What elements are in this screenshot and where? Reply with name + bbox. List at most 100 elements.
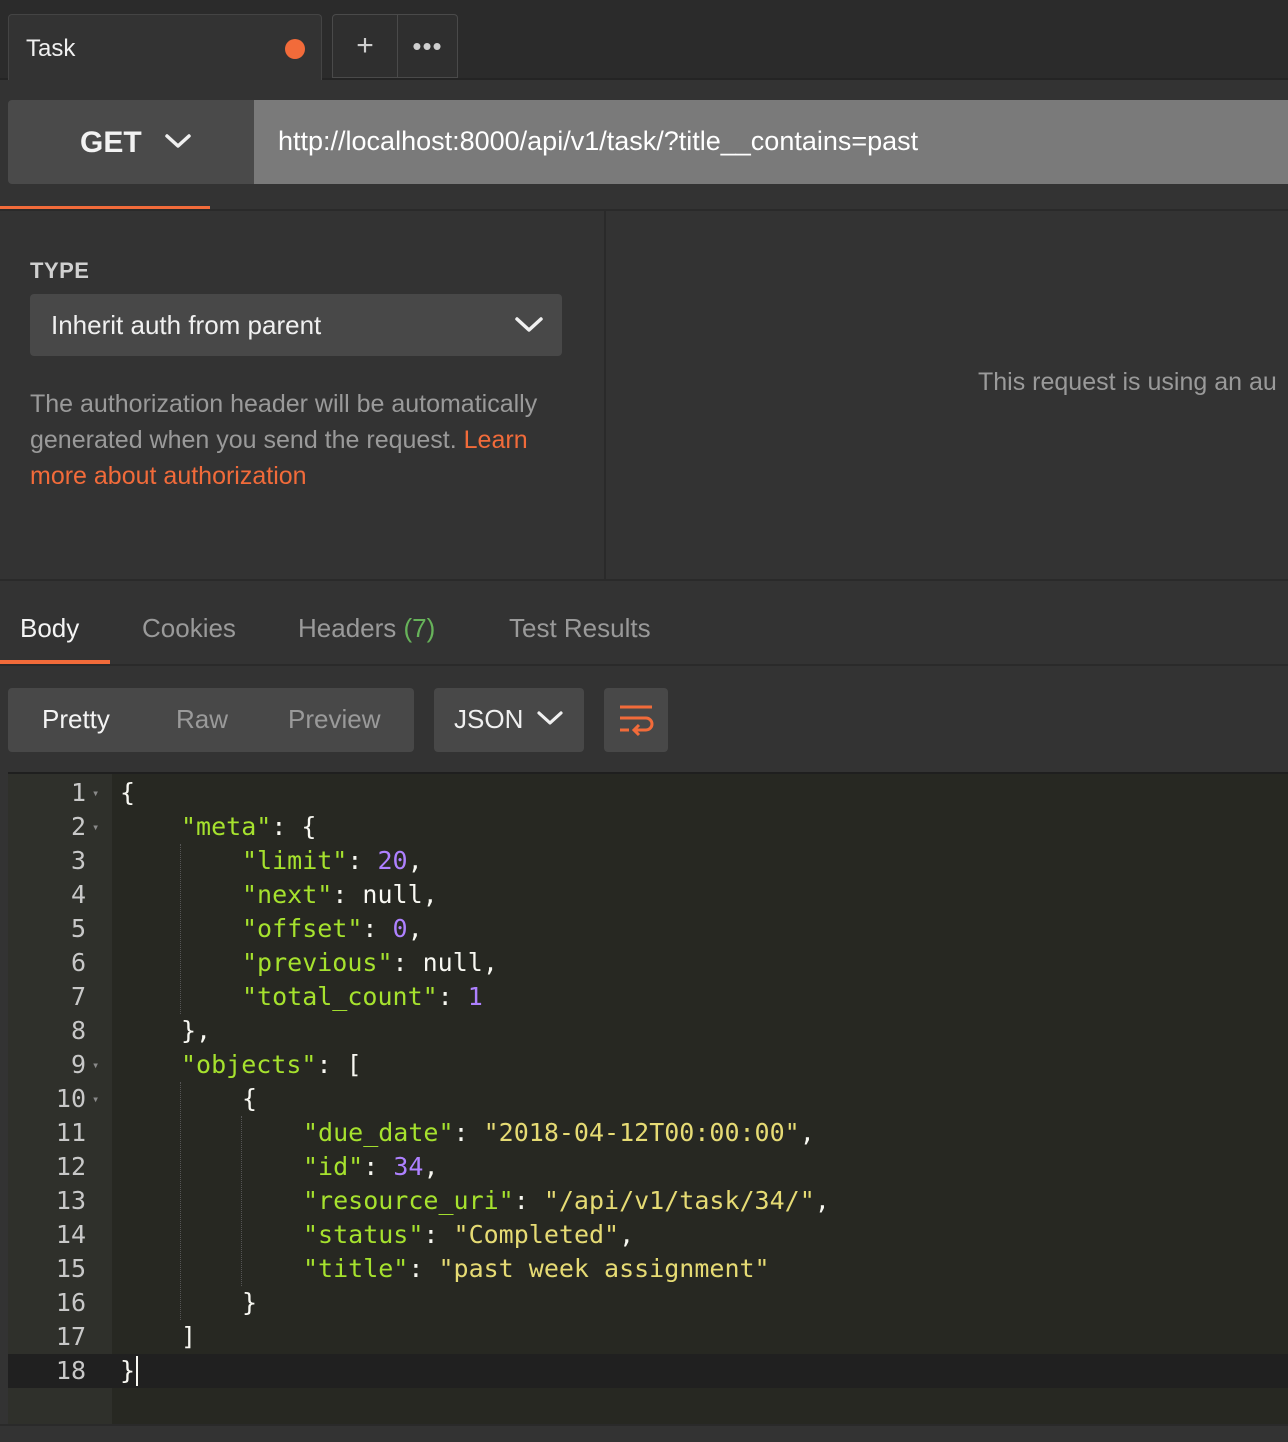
code-line: 5 "offset": 0,: [8, 912, 1288, 946]
more-tabs-button[interactable]: •••: [397, 14, 458, 78]
code-text: "meta": {: [181, 810, 316, 844]
auth-type-select[interactable]: Inherit auth from parent: [30, 294, 562, 356]
code-line: 14 "status": "Completed",: [8, 1218, 1288, 1252]
code-line: 6 "previous": null,: [8, 946, 1288, 980]
code-text: }: [120, 1354, 135, 1388]
code-line: 7 "total_count": 1: [8, 980, 1288, 1014]
fold-toggle-icon[interactable]: ▾: [92, 1082, 99, 1116]
code-token: "resource_uri": [303, 1186, 514, 1215]
indent-guide: [180, 1082, 181, 1320]
code-line: 4 "next": null,: [8, 878, 1288, 912]
auth-description: The authorization header will be automat…: [30, 386, 590, 494]
code-line: 2 ▾ "meta": {: [8, 810, 1288, 844]
auth-description-text: The authorization header will be automat…: [30, 390, 538, 454]
method-select[interactable]: GET: [8, 100, 254, 184]
tab-task[interactable]: Task: [8, 14, 322, 80]
code-token: :: [423, 1220, 454, 1249]
chevron-down-icon: [537, 711, 563, 725]
method-label: GET: [80, 126, 142, 159]
code-token: {: [120, 778, 136, 807]
code-text: "due_date": "2018-04-12T00:00:00",: [303, 1116, 815, 1150]
code-token: :: [513, 1186, 544, 1215]
vertical-divider: [604, 211, 606, 579]
line-number: 16: [55, 1288, 86, 1317]
code-token: "objects": [181, 1050, 317, 1079]
response-tabs: Body Cookies Headers (7) Test Results: [0, 581, 1288, 665]
headers-count-badge: (7): [403, 613, 436, 643]
code-token: "id": [303, 1152, 364, 1181]
code-token: {: [242, 1084, 258, 1113]
code-token: "/api/v1/task/34/": [543, 1186, 815, 1215]
view-mode-segmented-control: Pretty Raw Preview: [8, 688, 414, 752]
code-line: 10 ▾ {: [8, 1082, 1288, 1116]
line-number: 2: [70, 812, 86, 841]
fold-toggle-icon[interactable]: ▾: [92, 810, 99, 844]
code-line: 18}: [8, 1354, 1288, 1388]
line-number: 9: [70, 1050, 86, 1079]
code-line: 1 ▾ {: [8, 776, 1288, 810]
wrap-lines-button[interactable]: [604, 688, 668, 752]
pretty-button[interactable]: Pretty: [42, 704, 110, 735]
code-line: 12 "id": 34,: [8, 1150, 1288, 1184]
tab-cookies[interactable]: Cookies: [142, 613, 236, 644]
tab-headers-label: Headers: [298, 613, 397, 643]
code-token: ,: [814, 1186, 830, 1215]
code-token: 1: [467, 982, 483, 1011]
line-number: 13: [55, 1186, 86, 1215]
response-body-editor[interactable]: 1 ▾{2 ▾ "meta": {3 "limit": 20, 4 "next": null…: [8, 772, 1288, 1424]
code-token: "due_date": [303, 1118, 454, 1147]
divider: [0, 664, 1288, 666]
auth-type-value: Inherit auth from parent: [51, 310, 322, 340]
code-token: "limit": [242, 846, 348, 875]
code-text: ]: [181, 1320, 196, 1354]
code-text: "limit": 20,: [242, 844, 423, 878]
tab-test-results[interactable]: Test Results: [509, 613, 651, 644]
code-token: :: [347, 846, 378, 875]
fold-toggle-icon[interactable]: ▾: [92, 1048, 99, 1082]
fold-toggle-icon[interactable]: ▾: [92, 776, 99, 810]
raw-button[interactable]: Raw: [176, 704, 228, 735]
code-text: "resource_uri": "/api/v1/task/34/",: [303, 1184, 830, 1218]
code-token: ,: [619, 1220, 635, 1249]
code-line: 16}: [8, 1286, 1288, 1320]
code-token: "status": [303, 1220, 424, 1249]
code-token: : null,: [332, 880, 438, 909]
code-token: :: [363, 1152, 394, 1181]
code-token: "next": [242, 880, 333, 909]
code-line: 3 "limit": 20,: [8, 844, 1288, 878]
code-token: 34: [393, 1152, 424, 1181]
code-token: : null,: [392, 948, 498, 977]
code-token: 0: [392, 914, 408, 943]
line-number: 15: [55, 1254, 86, 1283]
indent-guide: [241, 1116, 242, 1286]
preview-button[interactable]: Preview: [288, 704, 380, 735]
code-line: 13 "resource_uri": "/api/v1/task/34/",: [8, 1184, 1288, 1218]
code-token: "offset": [242, 914, 363, 943]
wrap-lines-icon: [620, 705, 654, 737]
line-number: 8: [70, 1016, 86, 1045]
code-line: 11 "due_date": "2018-04-12T00:00:00",: [8, 1116, 1288, 1150]
bottom-bar: [0, 1424, 1288, 1442]
format-select[interactable]: JSON: [434, 688, 584, 752]
code-token: "Completed": [453, 1220, 620, 1249]
line-number: 4: [70, 880, 86, 909]
new-tab-button[interactable]: +: [332, 14, 398, 78]
tab-headers[interactable]: Headers (7): [298, 613, 435, 644]
tab-body[interactable]: Body: [20, 613, 79, 644]
url-text: http://localhost:8000/api/v1/task/?title…: [278, 126, 919, 156]
code-token: ,: [423, 1152, 439, 1181]
code-token: 20: [377, 846, 408, 875]
code-token: "previous": [242, 948, 393, 977]
line-number: 7: [70, 982, 86, 1011]
line-number: 5: [70, 914, 86, 943]
code-text: },: [181, 1014, 211, 1048]
code-token: "total_count": [242, 982, 438, 1011]
url-input[interactable]: http://localhost:8000/api/v1/task/?title…: [254, 100, 1288, 184]
request-url-row: GET http://localhost:8000/api/v1/task/?t…: [0, 80, 1288, 210]
code-text: "status": "Completed",: [303, 1218, 634, 1252]
code-token: }: [120, 1356, 136, 1385]
code-text: "objects": [: [181, 1048, 362, 1082]
line-number: 11: [55, 1118, 86, 1147]
code-token: ]: [181, 1322, 197, 1351]
code-text: "title": "past week assignment": [303, 1252, 770, 1286]
